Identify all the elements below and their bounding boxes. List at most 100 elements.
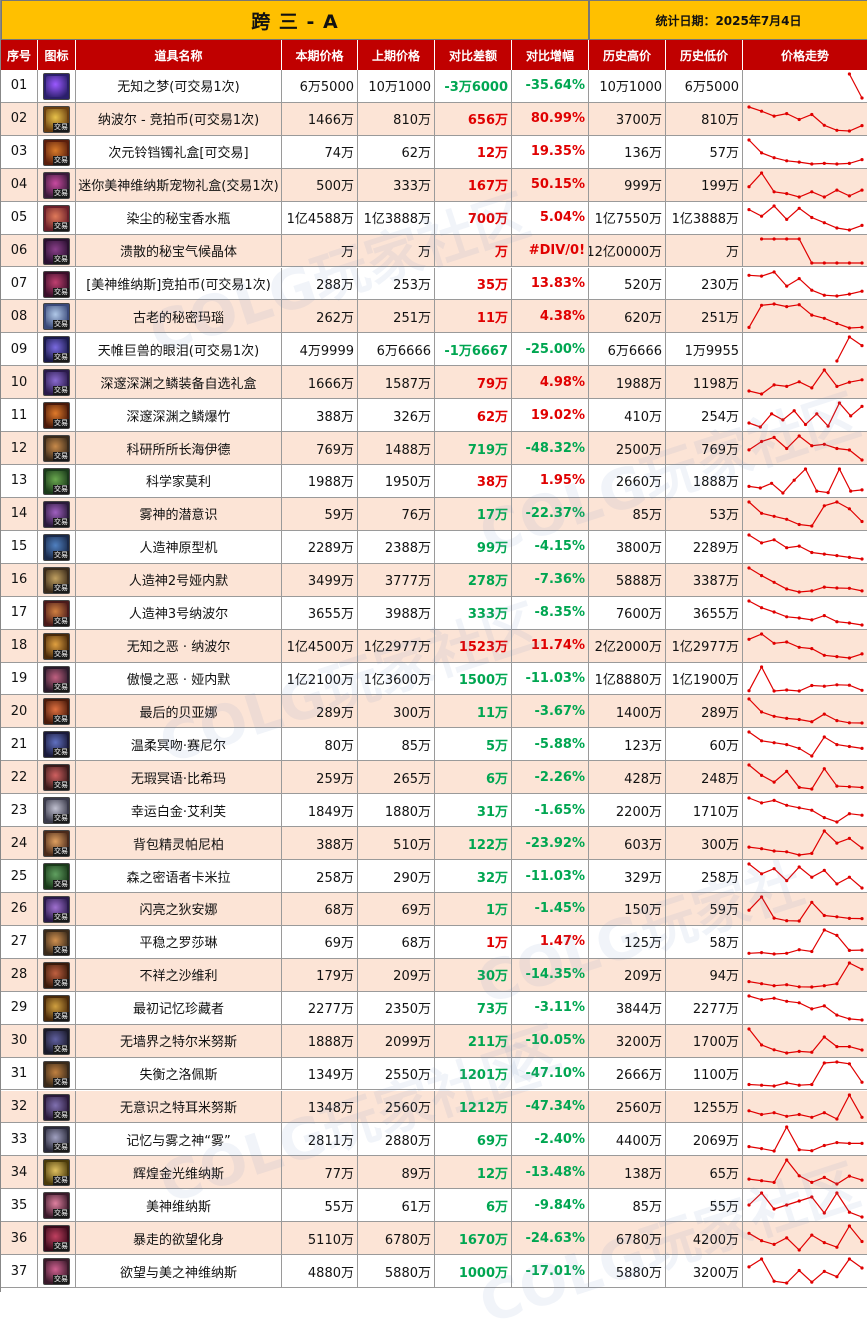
trend-point — [810, 754, 814, 758]
table-row: 10 深邃深渊之鳞装备自选礼盒 1666万 1587万 79万 4.98% 1988万 119… — [1, 366, 867, 400]
trend-point — [785, 1203, 789, 1207]
col-history-low: 57万 — [666, 135, 743, 168]
trend-point — [847, 326, 851, 331]
col-current-price: 1348万 — [282, 1090, 358, 1123]
item-icon: 交易 — [43, 566, 70, 594]
table-row: 30 无墙界之特尔米努斯 1888万 2099万 211万 -10.05% 3200万 170… — [1, 1024, 867, 1058]
trend-point — [822, 368, 826, 372]
trend-point — [810, 1115, 814, 1119]
trend-point — [785, 743, 789, 747]
col-history-high: 2666万 — [589, 1057, 666, 1090]
trend-point — [760, 1112, 764, 1116]
trend-point — [770, 481, 774, 485]
trend-point — [815, 412, 819, 416]
trend-point — [835, 1013, 839, 1017]
trend-point — [772, 514, 776, 518]
col-previous-price: 1950万 — [358, 465, 435, 497]
trend-point — [847, 448, 851, 452]
trend-point — [747, 951, 751, 955]
col-price-diff: 1万 — [435, 893, 512, 925]
price-trend-sparkline — [747, 730, 864, 758]
trend-point — [803, 423, 808, 427]
col-previous-price: 326万 — [358, 399, 435, 432]
price-trend-sparkline — [747, 1257, 864, 1285]
trend-line — [748, 665, 863, 692]
price-trend-sparkline — [747, 664, 864, 693]
col-price-change-pct: -9.84% — [512, 1189, 589, 1222]
trend-point — [797, 117, 801, 122]
col-current-price: 1亿2100万 — [282, 662, 358, 695]
trend-point — [810, 1280, 814, 1284]
trend-point — [760, 981, 764, 986]
trend-point — [822, 816, 826, 820]
col-history-low: 3655万 — [666, 596, 743, 629]
col-history-low: 2289万 — [666, 530, 743, 563]
trend-point — [772, 610, 776, 614]
col-previous-price: 6780万 — [358, 1222, 435, 1255]
col-item-name: 闪亮之狄安娜 — [76, 893, 282, 925]
col-item-name: 深邃深渊之鳞爆竹 — [76, 399, 282, 432]
trend-point — [797, 645, 801, 649]
trend-point — [835, 1044, 839, 1048]
trend-point — [810, 720, 814, 724]
trend-point — [822, 1035, 826, 1039]
col-previous-price: 265万 — [358, 761, 435, 794]
trend-point — [810, 1149, 814, 1153]
trend-point — [847, 380, 851, 385]
col-index: 05 — [1, 201, 38, 234]
table-row: 37 欲望与美之神维纳斯 4880万 5880万 1000万 -17.01% 5880万 32… — [1, 1255, 867, 1288]
trend-point — [747, 1177, 751, 1182]
trend-point — [772, 580, 776, 584]
trade-tag: 交易 — [53, 814, 69, 824]
trend-point — [847, 586, 851, 590]
table-row: 15 人造神原型机 2289万 2388万 99万 -4.15% 3800万 2289万 交易 — [1, 530, 867, 564]
col-current-price: 1349万 — [282, 1057, 358, 1090]
item-icon: 交易 — [43, 105, 70, 133]
trade-tag: 交易 — [53, 1209, 69, 1219]
col-current-price: 258万 — [282, 860, 358, 892]
col-current-price: 1亿4588万 — [282, 201, 358, 234]
trade-tag: 交易 — [53, 452, 69, 462]
col-price-diff: 333万 — [435, 596, 512, 629]
trend-line — [748, 863, 863, 889]
trend-point — [760, 1191, 764, 1195]
col-price-change-pct: 11.74% — [512, 629, 589, 662]
item-icon: 交易 — [43, 468, 70, 496]
trend-point — [797, 1049, 801, 1053]
trend-point — [847, 1174, 851, 1179]
col-item-name: 染尘的秘宝香水瓶 — [76, 201, 282, 234]
trend-point — [847, 1257, 851, 1261]
trend-point — [822, 735, 826, 739]
col-history-low: 1700万 — [666, 1024, 743, 1057]
col-current-price: 1888万 — [282, 1024, 358, 1057]
trend-point — [847, 129, 851, 133]
trend-point — [797, 160, 801, 164]
trend-line — [748, 435, 863, 461]
col-history-high: 1亿8880万 — [589, 662, 666, 695]
trend-point — [860, 846, 864, 850]
col-history-low: 1亿3888万 — [666, 201, 743, 234]
trend-point — [822, 317, 826, 321]
col-current-price: 4880万 — [282, 1255, 358, 1287]
header-icon: 图标 — [38, 40, 76, 70]
col-history-high: 1988万 — [589, 366, 666, 399]
col-item-name: 无意识之特耳米努斯 — [76, 1090, 282, 1123]
trend-point — [860, 289, 864, 293]
trend-point — [785, 770, 789, 774]
item-icon: 交易 — [43, 1159, 70, 1187]
col-history-high: 3700万 — [589, 102, 666, 135]
trend-line — [748, 699, 863, 725]
col-previous-price: 2350万 — [358, 991, 435, 1024]
item-icon: 交易 — [43, 830, 70, 858]
trend-point — [835, 1245, 839, 1249]
col-previous-price: 3988万 — [358, 596, 435, 629]
col-item-name: 无知之梦(可交易1次) — [76, 70, 282, 102]
item-icon: 交易 — [43, 1093, 70, 1121]
trend-point — [810, 550, 814, 554]
trend-line — [748, 567, 863, 593]
trend-point — [835, 162, 839, 166]
trend-point — [785, 850, 789, 854]
trend-point — [797, 718, 801, 722]
trend-point — [815, 489, 819, 493]
col-history-high: 620万 — [589, 300, 666, 333]
